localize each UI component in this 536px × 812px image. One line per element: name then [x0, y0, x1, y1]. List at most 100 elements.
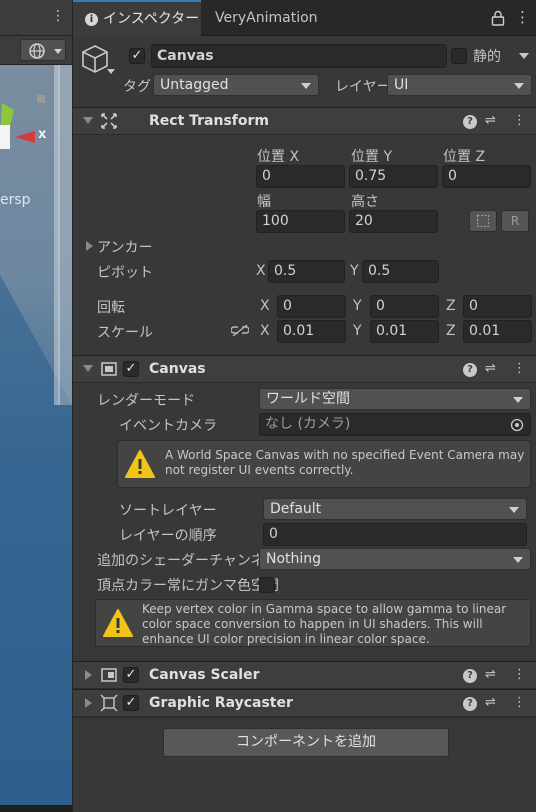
scene-subtoolbar [0, 36, 72, 65]
gameobject-name-field[interactable]: Canvas [151, 44, 447, 68]
pivot-x-field[interactable]: 0.5 [268, 260, 345, 283]
icon-dropdown-arrow[interactable] [107, 69, 115, 74]
scale-z-field[interactable]: 0.01 [463, 320, 532, 343]
render-mode-label: レンダーモード [97, 393, 195, 409]
static-checkbox[interactable] [451, 48, 467, 64]
vertex-gamma-info-text: Keep vertex color in Gamma space to allo… [142, 602, 507, 646]
preset-icon[interactable]: ⇌ [485, 361, 496, 376]
pos-y-label: 位置 Y [351, 149, 393, 165]
constrain-proportions-icon[interactable] [231, 324, 249, 338]
rot-z-label: Z [446, 298, 456, 314]
canvas-header-icons: ? ⇌ ⋮ [463, 361, 527, 379]
raw-edit-button[interactable]: R [501, 210, 529, 232]
shader-channels-dropdown[interactable]: Nothing [259, 548, 531, 570]
canvas-scaler-fold-icon[interactable] [85, 670, 92, 680]
add-component-button[interactable]: コンポーネントを追加 [163, 728, 449, 757]
graphic-raycaster-icon [100, 694, 118, 712]
event-camera-warning-text: A World Space Canvas with no specified E… [165, 448, 525, 477]
width-field[interactable]: 100 [256, 210, 345, 233]
event-camera-field[interactable]: なし (カメラ) [259, 413, 531, 436]
static-dropdown-arrow[interactable] [519, 53, 529, 59]
lock-icon[interactable] [491, 10, 505, 26]
rect-transform-icon [101, 113, 117, 129]
gameobject-active-checkbox[interactable]: ✓ [129, 48, 145, 64]
vertex-gamma-checkbox[interactable] [259, 577, 275, 593]
layer-dropdown[interactable]: UI [387, 74, 532, 96]
scale-x-label: X [260, 323, 270, 339]
help-icon[interactable]: ? [463, 669, 477, 683]
component-menu-icon[interactable]: ⋮ [513, 113, 526, 128]
anchor-fold-icon[interactable] [86, 241, 93, 251]
tag-label: タグ [123, 79, 151, 95]
graphic-raycaster-title: Graphic Raycaster [149, 695, 293, 711]
axis-x-label: x [38, 127, 47, 142]
object-picker-icon[interactable] [510, 418, 524, 432]
component-menu-icon[interactable]: ⋮ [513, 695, 526, 710]
rot-z-field[interactable]: 0 [463, 295, 532, 318]
scale-y-label: Y [353, 323, 362, 339]
graphic-raycaster-fold-icon[interactable] [85, 698, 92, 708]
static-label: 静的 [473, 49, 501, 65]
scene-toolbar: ⋮ [0, 0, 72, 60]
scene-viewport[interactable]: x ersp [0, 65, 72, 805]
height-field[interactable]: 20 [349, 210, 438, 233]
preset-icon[interactable]: ⇌ [485, 695, 496, 710]
order-in-layer-field[interactable]: 0 [263, 523, 527, 546]
preset-icon[interactable]: ⇌ [485, 667, 496, 682]
blueprint-mode-button[interactable] [469, 210, 497, 232]
canvas-enabled-checkbox[interactable]: ✓ [123, 361, 139, 377]
canvas-scaler-enabled-checkbox[interactable]: ✓ [123, 667, 139, 683]
component-menu-icon[interactable]: ⋮ [513, 667, 526, 682]
tab-very-animation-label: VeryAnimation [215, 10, 318, 26]
help-icon[interactable]: ? [463, 363, 477, 377]
canvas-component-icon [101, 362, 117, 376]
component-menu-icon[interactable]: ⋮ [513, 361, 526, 376]
canvas-scaler-title: Canvas Scaler [149, 667, 260, 683]
tab-inspector[interactable]: i インスペクター [73, 0, 201, 36]
warning-icon [103, 609, 133, 637]
rot-y-field[interactable]: 0 [370, 295, 439, 318]
scale-label: スケール [97, 325, 153, 341]
scene-bottom-bar [0, 805, 72, 812]
layer-label: レイヤー [335, 79, 391, 95]
scale-y-field[interactable]: 0.01 [370, 320, 439, 343]
rot-x-label: X [260, 298, 270, 314]
graphic-raycaster-header[interactable]: ✓ Graphic Raycaster ? ⇌ ⋮ [73, 689, 536, 717]
sorting-layer-dropdown[interactable]: Default [263, 498, 527, 520]
graphic-raycaster-header-icons: ? ⇌ ⋮ [463, 695, 527, 713]
preset-icon[interactable]: ⇌ [485, 113, 496, 128]
pos-z-field[interactable]: 0 [442, 165, 531, 188]
scale-x-field[interactable]: 0.01 [277, 320, 346, 343]
canvas-scaler-header[interactable]: ✓ Canvas Scaler ? ⇌ ⋮ [73, 661, 536, 689]
rect-transform-fold-icon[interactable] [83, 117, 93, 124]
canvas-header[interactable]: ✓ Canvas ? ⇌ ⋮ [73, 355, 536, 383]
rot-x-field[interactable]: 0 [277, 295, 346, 318]
persp-label: ersp [0, 192, 31, 208]
sorting-layer-label: ソートレイヤー [119, 503, 217, 519]
pos-y-field[interactable]: 0.75 [349, 165, 438, 188]
scene-view-strip[interactable]: ⋮ x ersp [0, 0, 72, 812]
anchor-label[interactable]: アンカー [97, 237, 152, 257]
canvas-title: Canvas [149, 361, 206, 377]
scene-menu-icon[interactable]: ⋮ [51, 8, 65, 24]
scene-gizmo [0, 65, 72, 805]
gizmo-globe-icon [29, 43, 62, 59]
rect-transform-title: Rect Transform [149, 113, 270, 129]
tag-dropdown[interactable]: Untagged [153, 74, 319, 96]
canvas-fold-icon[interactable] [83, 365, 93, 372]
graphic-raycaster-enabled-checkbox[interactable]: ✓ [123, 695, 139, 711]
width-label: 幅 [257, 194, 271, 210]
shader-channels-label: 追加のシェーダーチャンネル [97, 553, 279, 569]
rect-transform-header[interactable]: Rect Transform ? ⇌ ⋮ [73, 107, 536, 135]
render-mode-dropdown[interactable]: ワールド空間 [259, 388, 531, 410]
tab-menu-icon[interactable]: ⋮ [515, 8, 530, 26]
pivot-label: ピボット [97, 265, 153, 281]
help-icon[interactable]: ? [463, 115, 477, 129]
canvas-scaler-icon [101, 668, 117, 682]
pivot-y-field[interactable]: 0.5 [362, 260, 439, 283]
pos-x-field[interactable]: 0 [256, 165, 345, 188]
tab-very-animation[interactable]: VeryAnimation [215, 0, 318, 36]
pos-x-label: 位置 X [257, 149, 300, 165]
help-icon[interactable]: ? [463, 697, 477, 711]
gizmo-dropdown[interactable] [20, 39, 66, 61]
